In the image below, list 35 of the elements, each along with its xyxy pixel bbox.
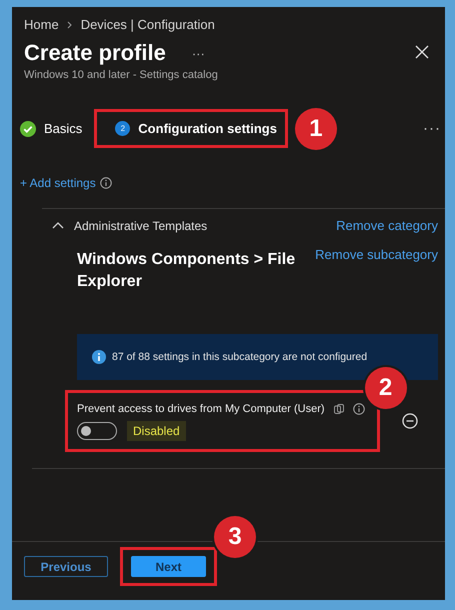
close-button[interactable] <box>415 45 431 61</box>
more-button[interactable]: ··· <box>192 46 205 60</box>
breadcrumb-link[interactable]: Home <box>24 17 59 32</box>
remove-subcategory-link[interactable]: Remove subcategory <box>315 247 438 262</box>
caret-icon <box>52 220 64 228</box>
page-title: Create profile <box>24 40 166 66</box>
close-icon <box>415 45 429 59</box>
callout-badge: 3 <box>214 516 256 558</box>
next-button[interactable]: Next <box>131 556 206 577</box>
wizard-step[interactable]: 2 Configuration settings <box>115 121 277 136</box>
step-number: 2 <box>115 121 130 136</box>
subcategory-title: Windows Components > File Explorer <box>77 250 296 292</box>
wizard-step[interactable]: Basics <box>20 120 82 136</box>
toggle-state: Disabled <box>127 421 186 441</box>
remove-setting-button[interactable] <box>402 413 418 429</box>
check-circle-icon <box>20 120 36 136</box>
copy-icon <box>332 403 345 415</box>
category-title: Administrative Templates <box>74 218 208 232</box>
info-icon <box>352 403 365 415</box>
collapse-button[interactable] <box>52 220 64 230</box>
callout-badge: 2 <box>364 367 407 409</box>
previous-button[interactable]: Previous <box>24 556 108 577</box>
callout-badge: 1 <box>294 108 337 150</box>
breadcrumb-link[interactable]: Devices | Configuration <box>80 17 215 32</box>
add-settings-link[interactable]: + Add settings <box>20 176 96 190</box>
setting-label: Prevent access to drives from My Computer (User) <box>77 403 325 415</box>
minus-circle-icon <box>402 413 418 429</box>
toggle-switch[interactable] <box>77 422 117 440</box>
remove-category-link[interactable]: Remove category <box>336 218 438 233</box>
info-icon <box>92 350 106 364</box>
banner-text: 87 of 88 settings in this subcategory are not configured <box>112 351 368 363</box>
chevron-icon <box>66 20 73 28</box>
more-button[interactable]: ··· <box>423 120 441 137</box>
page-subtitle: Windows 10 and later - Settings catalog <box>24 69 219 81</box>
info-icon <box>100 177 112 189</box>
